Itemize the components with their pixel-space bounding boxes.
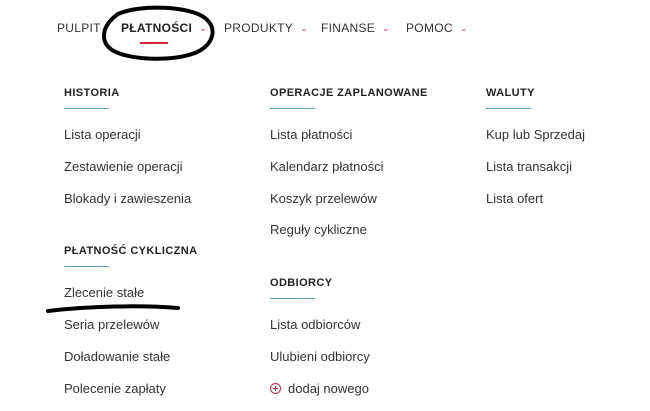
annotation-underline	[46, 304, 180, 313]
chevron-down-icon: ⌄	[459, 23, 468, 33]
section-title-operacje-zaplanowane: OPERACJE ZAPLANOWANE	[270, 87, 428, 99]
active-tab-indicator	[140, 42, 168, 44]
chevron-down-icon: ⌄	[300, 23, 308, 33]
nav-item-pulpit[interactable]: PULPIT	[57, 20, 101, 36]
section-title-platnosc-cykliczna: PŁATNOŚĆ CYKLICZNA	[64, 245, 198, 257]
chevron-down-icon: ⌄	[199, 23, 207, 33]
plus-circle-icon	[270, 383, 281, 394]
link-kalendarz-platnosci[interactable]: Kalendarz płatności	[270, 159, 383, 175]
section-title-waluty: WALUTY	[486, 87, 535, 99]
section-divider	[270, 298, 315, 299]
nav-item-label: POMOC	[406, 21, 453, 35]
nav-item-produkty[interactable]: PRODUKTY ⌄	[224, 20, 308, 36]
link-blokady-i-zawieszenia[interactable]: Blokady i zawieszenia	[64, 191, 191, 207]
link-reguly-cykliczne[interactable]: Reguły cykliczne	[270, 222, 367, 238]
section-divider	[270, 108, 315, 109]
nav-item-label: PRODUKTY	[224, 21, 294, 35]
section-title-historia: HISTORIA	[64, 87, 120, 99]
nav-item-label: PŁATNOŚCI	[121, 21, 193, 35]
link-koszyk-przelewow[interactable]: Koszyk przelewów	[270, 191, 377, 207]
section-divider	[486, 108, 531, 109]
link-lista-transakcji[interactable]: Lista transakcji	[486, 159, 572, 175]
link-lista-operacji[interactable]: Lista operacji	[64, 127, 141, 143]
payments-mega-menu: PULPIT PŁATNOŚCI ⌄ PRODUKTY ⌄ FINANSE ⌄ POM…	[0, 0, 650, 411]
link-zlecenie-stale[interactable]: Zlecenie stałe	[64, 285, 144, 301]
nav-item-label: PULPIT	[57, 21, 101, 35]
nav-item-label: FINANSE	[321, 21, 376, 35]
link-doladowanie-stale[interactable]: Doładowanie stałe	[64, 349, 170, 365]
section-divider	[64, 266, 109, 267]
section-divider	[64, 108, 109, 109]
link-dodaj-nowego[interactable]: dodaj nowego	[270, 381, 369, 397]
nav-item-finanse[interactable]: FINANSE ⌄	[321, 20, 390, 36]
link-lista-ofert[interactable]: Lista ofert	[486, 191, 543, 207]
link-lista-odbiorcow[interactable]: Lista odbiorców	[270, 317, 360, 333]
nav-item-platnosci[interactable]: PŁATNOŚCI ⌄	[121, 20, 207, 36]
nav-item-pomoc[interactable]: POMOC ⌄	[406, 20, 468, 36]
link-kup-lub-sprzedaj[interactable]: Kup lub Sprzedaj	[486, 127, 585, 143]
section-title-odbiorcy: ODBIORCY	[270, 277, 333, 289]
link-lista-platnosci[interactable]: Lista płatności	[270, 127, 352, 143]
chevron-down-icon: ⌄	[382, 23, 390, 33]
link-polecenie-zaplaty[interactable]: Polecenie zapłaty	[64, 381, 166, 397]
link-seria-przelewow[interactable]: Seria przelewów	[64, 317, 159, 333]
link-ulubieni-odbiorcy[interactable]: Ulubieni odbiorcy	[270, 349, 370, 365]
link-zestawienie-operacji[interactable]: Zestawienie operacji	[64, 159, 183, 175]
add-recipient-label: dodaj nowego	[288, 381, 369, 396]
